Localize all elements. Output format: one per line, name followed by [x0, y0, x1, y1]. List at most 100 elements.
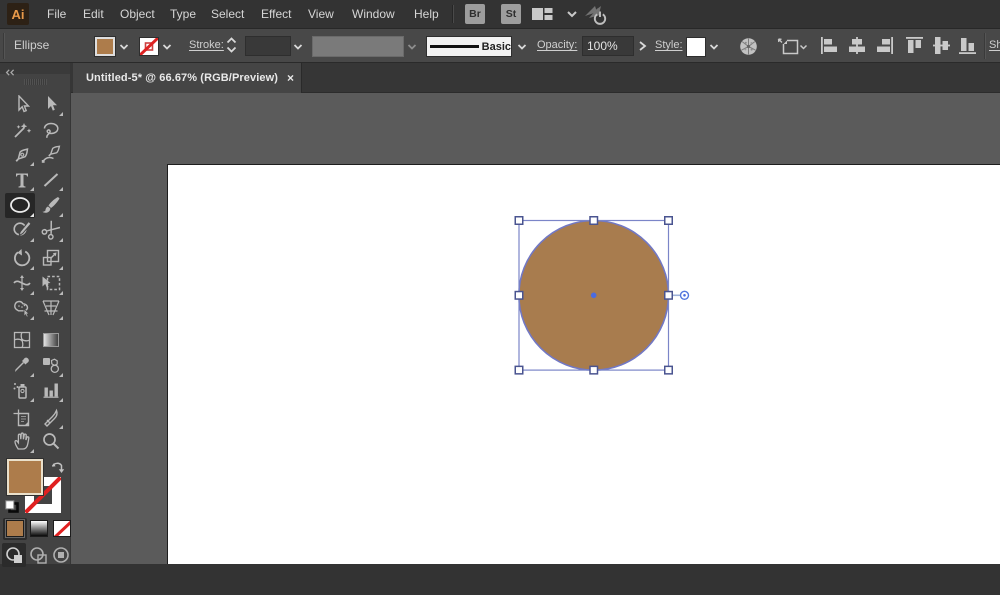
swap-fill-stroke-icon[interactable]	[51, 461, 65, 474]
line-segment-tool[interactable]	[37, 167, 64, 192]
menu-view[interactable]: View	[308, 0, 334, 28]
stroke-weight-field[interactable]	[245, 36, 291, 56]
stepper-up-icon[interactable]	[226, 37, 237, 44]
hand-tool[interactable]	[8, 429, 35, 454]
menu-object[interactable]: Object	[120, 0, 155, 28]
align-right-icon[interactable]	[876, 36, 894, 55]
symbol-sprayer-tool[interactable]	[8, 378, 35, 403]
curvature-tool[interactable]	[37, 142, 64, 167]
default-fill-stroke-icon[interactable]	[5, 500, 19, 513]
align-top-icon[interactable]	[905, 36, 923, 55]
selection-handle[interactable]	[665, 366, 673, 374]
magic-wand-tool[interactable]	[8, 117, 35, 142]
direct-selection-tool[interactable]	[37, 92, 64, 117]
selection-handle[interactable]	[515, 292, 523, 300]
shape-label-cut[interactable]: Sh	[989, 39, 1000, 51]
column-graph-tool[interactable]	[37, 378, 64, 403]
fill-proxy[interactable]	[7, 459, 43, 495]
align-left-icon[interactable]	[820, 36, 838, 55]
fill-color-swatch[interactable]	[95, 37, 115, 56]
rotate-tool[interactable]	[8, 246, 35, 271]
panel-grip[interactable]	[24, 79, 47, 85]
selection-handle[interactable]	[515, 366, 523, 374]
paintbrush-tool[interactable]	[37, 193, 64, 218]
draw-inside-icon[interactable]	[52, 546, 70, 564]
align-bottom-icon[interactable]	[958, 36, 976, 55]
stroke-color-swatch[interactable]	[139, 37, 159, 56]
brush-chevron-icon[interactable]	[516, 43, 528, 51]
menu-file[interactable]: File	[47, 0, 66, 28]
draw-behind-icon[interactable]	[29, 546, 47, 564]
collapse-panel-icon[interactable]	[5, 69, 15, 76]
style-swatch[interactable]	[686, 37, 706, 57]
pen-tool[interactable]	[8, 142, 35, 167]
opacity-panel-link[interactable]: Opacity:	[537, 39, 577, 51]
scissors-tool[interactable]	[37, 218, 64, 243]
flyout-indicator	[30, 266, 34, 270]
stroke-weight-stepper[interactable]	[226, 37, 237, 53]
mesh-tool[interactable]	[8, 328, 35, 353]
panel-collapse-bar[interactable]	[0, 63, 70, 74]
shaper-tool[interactable]	[8, 218, 35, 243]
style-panel-link[interactable]: Style:	[655, 39, 683, 51]
selection-tool[interactable]	[8, 92, 35, 117]
gradient-button[interactable]	[30, 520, 48, 537]
scale-tool[interactable]	[37, 246, 64, 271]
zoom-tool[interactable]	[37, 429, 64, 454]
menu-edit[interactable]: Edit	[83, 0, 104, 28]
free-transform-tool[interactable]	[37, 271, 64, 296]
gradient-tool[interactable]	[37, 328, 64, 353]
selection-handle[interactable]	[515, 217, 523, 225]
width-tool[interactable]	[8, 271, 35, 296]
selection-handle[interactable]	[590, 217, 598, 225]
flyout-indicator	[59, 238, 63, 242]
draw-mode-buttons	[0, 543, 71, 595]
shape-center-point[interactable]	[591, 293, 597, 299]
workspace-switcher[interactable]	[531, 6, 578, 22]
stroke-panel-link[interactable]: Stroke:	[189, 39, 224, 51]
document-tab[interactable]: Untitled-5* @ 66.67% (RGB/Preview) ×	[73, 63, 302, 93]
align-center-icon[interactable]	[848, 36, 866, 55]
draw-normal-icon[interactable]	[5, 546, 23, 564]
tab-close-icon[interactable]: ×	[287, 71, 294, 85]
selection-handle[interactable]	[665, 292, 673, 300]
bridge-button[interactable]: Br	[465, 4, 485, 24]
type-tool[interactable]	[8, 167, 35, 192]
menu-type[interactable]: Type	[170, 0, 196, 28]
isolate-object-icon[interactable]	[776, 36, 808, 56]
stroke-chevron-icon[interactable]	[161, 43, 173, 51]
style-chevron-icon[interactable]	[708, 43, 720, 51]
ellipse-tool[interactable]	[5, 193, 35, 218]
perspective-grid-tool[interactable]	[37, 296, 64, 321]
selection-handle[interactable]	[590, 366, 598, 374]
gpu-performance-icon[interactable]	[584, 4, 610, 27]
flyout-indicator	[59, 291, 63, 295]
slice-tool[interactable]	[37, 405, 64, 430]
none-button[interactable]	[53, 520, 71, 537]
opacity-field[interactable]: 100%	[582, 36, 634, 56]
ellipse-tool-icon	[9, 196, 31, 214]
menu-window[interactable]: Window	[352, 0, 395, 28]
stroke-weight-chevron-icon[interactable]	[292, 43, 304, 51]
document-tab-title: Untitled-5* @ 66.67% (RGB/Preview)	[86, 72, 278, 84]
type-tool-icon	[12, 170, 32, 190]
brush-name: Basic	[482, 41, 511, 53]
stepper-down-icon[interactable]	[226, 46, 237, 53]
color-button[interactable]	[6, 520, 24, 537]
document-canvas[interactable]	[71, 93, 1000, 564]
blend-tool[interactable]	[37, 353, 64, 378]
fill-chevron-icon[interactable]	[118, 43, 130, 51]
opacity-expand-icon[interactable]	[636, 40, 649, 52]
align-middle-icon[interactable]	[932, 36, 950, 55]
menu-select[interactable]: Select	[211, 0, 244, 28]
selection-handle[interactable]	[665, 217, 673, 225]
recolor-artwork-icon[interactable]	[739, 37, 758, 56]
menu-effect[interactable]: Effect	[261, 0, 291, 28]
artboard-tool[interactable]	[8, 405, 35, 430]
lasso-tool[interactable]	[37, 117, 64, 142]
menu-help[interactable]: Help	[414, 0, 439, 28]
shape-builder-tool[interactable]	[8, 296, 35, 321]
brush-definition-dropdown[interactable]: Basic	[426, 36, 512, 57]
eyedropper-tool[interactable]	[8, 353, 35, 378]
stock-button[interactable]: St	[501, 4, 521, 24]
